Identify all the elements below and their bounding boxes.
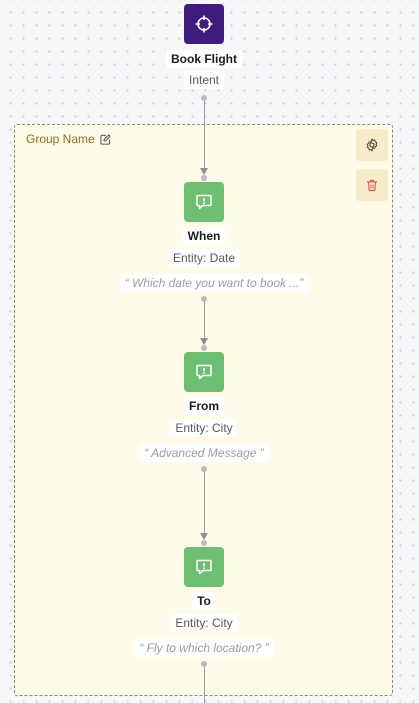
node-title: From <box>184 397 224 415</box>
node-title: To <box>192 592 216 610</box>
node-entity: Entity: City <box>170 614 238 632</box>
edit-icon[interactable] <box>100 133 111 145</box>
group-name-text: Group Name <box>26 132 95 146</box>
group-delete-button[interactable] <box>356 169 388 201</box>
message-node-icon-box[interactable] <box>184 547 224 587</box>
connector-line <box>204 667 205 703</box>
message-node-icon-box[interactable] <box>184 182 224 222</box>
connector-line <box>204 101 205 168</box>
intent-subtitle: Intent <box>183 71 225 89</box>
connector-line <box>204 472 205 533</box>
intent-node-icon-box[interactable] <box>184 4 224 44</box>
connector-line <box>204 302 205 338</box>
message-question-icon <box>196 559 212 575</box>
message-question-icon <box>196 364 212 380</box>
node-entity: Entity: Date <box>167 249 241 267</box>
node-message: “ Which date you want to book ...” <box>119 274 309 292</box>
message-node-icon-box[interactable] <box>184 352 224 392</box>
trash-icon <box>367 179 377 191</box>
node-message: “ Advanced Message ” <box>139 444 269 462</box>
group-settings-button[interactable] <box>356 129 388 161</box>
connector-dot[interactable] <box>201 345 207 351</box>
gear-icon <box>366 138 378 152</box>
connector-dot[interactable] <box>201 175 207 181</box>
connector-arrow <box>200 533 208 540</box>
message-question-icon <box>196 194 212 210</box>
node-entity: Entity: City <box>170 419 238 437</box>
connector-arrow <box>200 168 208 175</box>
connector-arrow <box>200 338 208 345</box>
node-title: When <box>182 227 226 245</box>
crosshair-icon <box>195 15 213 33</box>
connector-dot[interactable] <box>201 540 207 546</box>
intent-title: Book Flight <box>166 50 242 68</box>
group-name-label[interactable]: Group Name <box>26 132 111 146</box>
node-message: “ Fly to which location? ” <box>134 639 274 657</box>
